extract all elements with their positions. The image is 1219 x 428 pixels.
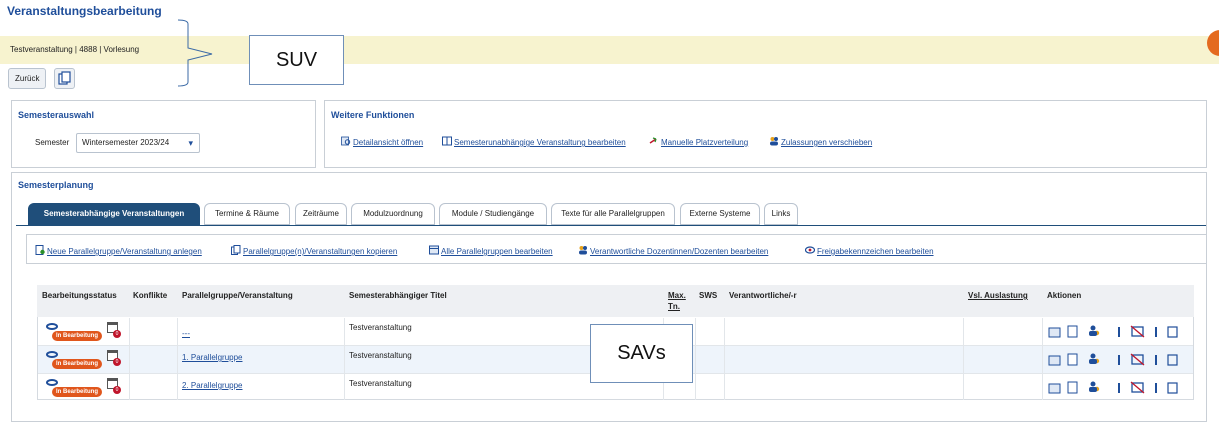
col-verantwortliche: Verantwortliche/-r — [729, 291, 797, 300]
title-cell: Testveranstaltung — [349, 379, 412, 388]
tab-module-studiengaenge[interactable]: Module / Studiengänge — [439, 203, 547, 225]
delete-button[interactable] — [1167, 382, 1178, 393]
page-title: Veranstaltungsbearbeitung — [7, 4, 162, 18]
visibility-eye-icon[interactable] — [46, 351, 58, 358]
new-document-icon — [35, 245, 45, 255]
annotation-savs: SAVs — [590, 324, 693, 383]
course-info-text: Testveranstaltung | 4888 | Vorlesung — [10, 45, 140, 54]
users-icon — [579, 246, 587, 255]
tab-termine-raeume[interactable]: Termine & Räume — [204, 203, 290, 225]
tab-externe-systeme[interactable]: Externe Systeme — [680, 203, 760, 225]
magnifier-icon — [341, 136, 351, 146]
visibility-eye-icon[interactable] — [46, 323, 58, 330]
col-status: Bearbeitungsstatus — [42, 291, 117, 300]
weitere-funktionen-title: Weitere Funktionen — [331, 110, 415, 120]
hide-button[interactable] — [1132, 326, 1143, 337]
col-konflikte: Konflikte — [133, 291, 168, 300]
lecturer-button[interactable] — [1088, 326, 1099, 337]
edit-release-flags-link[interactable]: Freigabekennzeichen bearbeiten — [805, 245, 934, 256]
col-max-tn[interactable]: Tn. — [668, 302, 680, 311]
lecturer-button[interactable] — [1088, 354, 1099, 365]
new-parallel-group-link[interactable]: Neue Parallelgruppe/Veranstaltung anlege… — [35, 245, 202, 256]
semester-label: Semester — [35, 138, 70, 147]
semesterplanung-title: Semesterplanung — [18, 180, 94, 190]
status-badge: In Bearbeitung — [52, 331, 103, 341]
hide-button[interactable] — [1132, 354, 1143, 365]
conflict-count-badge: 0 — [113, 386, 121, 394]
edit-all-parallel-groups-link[interactable]: Alle Parallelgruppen bearbeiten — [429, 245, 553, 256]
col-gruppe: Parallelgruppe/Veranstaltung — [182, 291, 293, 300]
parallel-group-link[interactable]: --- — [182, 329, 190, 338]
swap-arrows-icon — [649, 137, 657, 144]
col-divider — [724, 318, 725, 400]
tab-modulzuordnung[interactable]: Modulzuordnung — [351, 203, 435, 225]
tab-semesterabhaengige[interactable]: Semesterabhängige Veranstaltungen — [28, 203, 200, 225]
edit-lecturers-link[interactable]: Verantwortliche Dozentinnen/Dozenten bea… — [578, 245, 768, 256]
document-button[interactable] — [1067, 382, 1078, 393]
semester-select-value: Wintersemester 2023/24 — [82, 138, 170, 147]
tab-divider — [16, 225, 1206, 226]
col-divider — [963, 318, 964, 400]
edit-table-button[interactable] — [1049, 326, 1060, 337]
title-cell: Testveranstaltung — [349, 323, 412, 332]
copy-icon — [231, 245, 241, 255]
col-titel: Semesterabhängiger Titel — [349, 291, 447, 300]
lecturer-button[interactable] — [1088, 382, 1099, 393]
tab-zeitraeume[interactable]: Zeiträume — [295, 203, 347, 225]
col-divider — [177, 318, 178, 400]
copy-button[interactable] — [54, 68, 75, 89]
visibility-eye-icon[interactable] — [46, 379, 58, 386]
course-info-bar: Testveranstaltung | 4888 | Vorlesung — [0, 36, 1219, 64]
book-icon — [442, 136, 452, 146]
tab-links[interactable]: Links — [764, 203, 798, 225]
table-icon — [429, 245, 439, 255]
status-badge: In Bearbeitung — [52, 387, 103, 397]
edit-table-button[interactable] — [1049, 354, 1060, 365]
delete-button[interactable] — [1167, 354, 1178, 365]
tab-texte-parallelgruppen[interactable]: Texte für alle Parallelgruppen — [551, 203, 675, 225]
col-sws: SWS — [699, 291, 718, 300]
document-button[interactable] — [1067, 326, 1078, 337]
table-header — [37, 285, 1194, 317]
chevron-down-icon: ▾ — [188, 138, 193, 148]
annotation-suv: SUV — [249, 35, 344, 85]
parallel-group-link[interactable]: 2. Parallelgruppe — [182, 381, 242, 390]
weitere-funktionen-panel — [324, 100, 1207, 168]
edit-table-button[interactable] — [1049, 382, 1060, 393]
semesterauswahl-title: Semesterauswahl — [18, 110, 95, 120]
detail-view-link[interactable]: Detailansicht öffnen — [341, 136, 423, 147]
col-divider — [1042, 318, 1043, 400]
col-divider — [129, 318, 130, 400]
edit-semester-independent-link[interactable]: Semesterunabhängige Veranstaltung bearbe… — [442, 136, 626, 147]
col-auslastung[interactable]: Vsl. Auslastung — [968, 291, 1028, 300]
status-badge: In Bearbeitung — [52, 359, 103, 369]
hide-button[interactable] — [1132, 382, 1143, 393]
copy-parallel-groups-link[interactable]: Parallelgruppe(n)/Veranstaltungen kopier… — [231, 245, 397, 256]
eye-icon — [805, 246, 815, 254]
col-divider — [344, 318, 345, 400]
title-cell: Testveranstaltung — [349, 351, 412, 360]
col-aktionen: Aktionen — [1047, 291, 1082, 300]
copy-icon — [58, 71, 71, 85]
col-divider — [695, 318, 696, 400]
parallel-group-link[interactable]: 1. Parallelgruppe — [182, 353, 242, 362]
manual-distribution-link[interactable]: Manuelle Platzverteilung — [649, 136, 748, 147]
users-icon — [770, 137, 778, 146]
semester-select[interactable]: Wintersemester 2023/24 ▾ — [76, 133, 200, 153]
col-max[interactable]: Max. — [668, 291, 686, 300]
conflict-count-badge: 0 — [113, 358, 121, 366]
document-button[interactable] — [1067, 354, 1078, 365]
move-admissions-link[interactable]: Zulassungen verschieben — [769, 136, 872, 147]
conflict-count-badge: 0 — [113, 330, 121, 338]
back-button[interactable]: Zurück — [8, 68, 47, 89]
delete-button[interactable] — [1167, 326, 1178, 337]
